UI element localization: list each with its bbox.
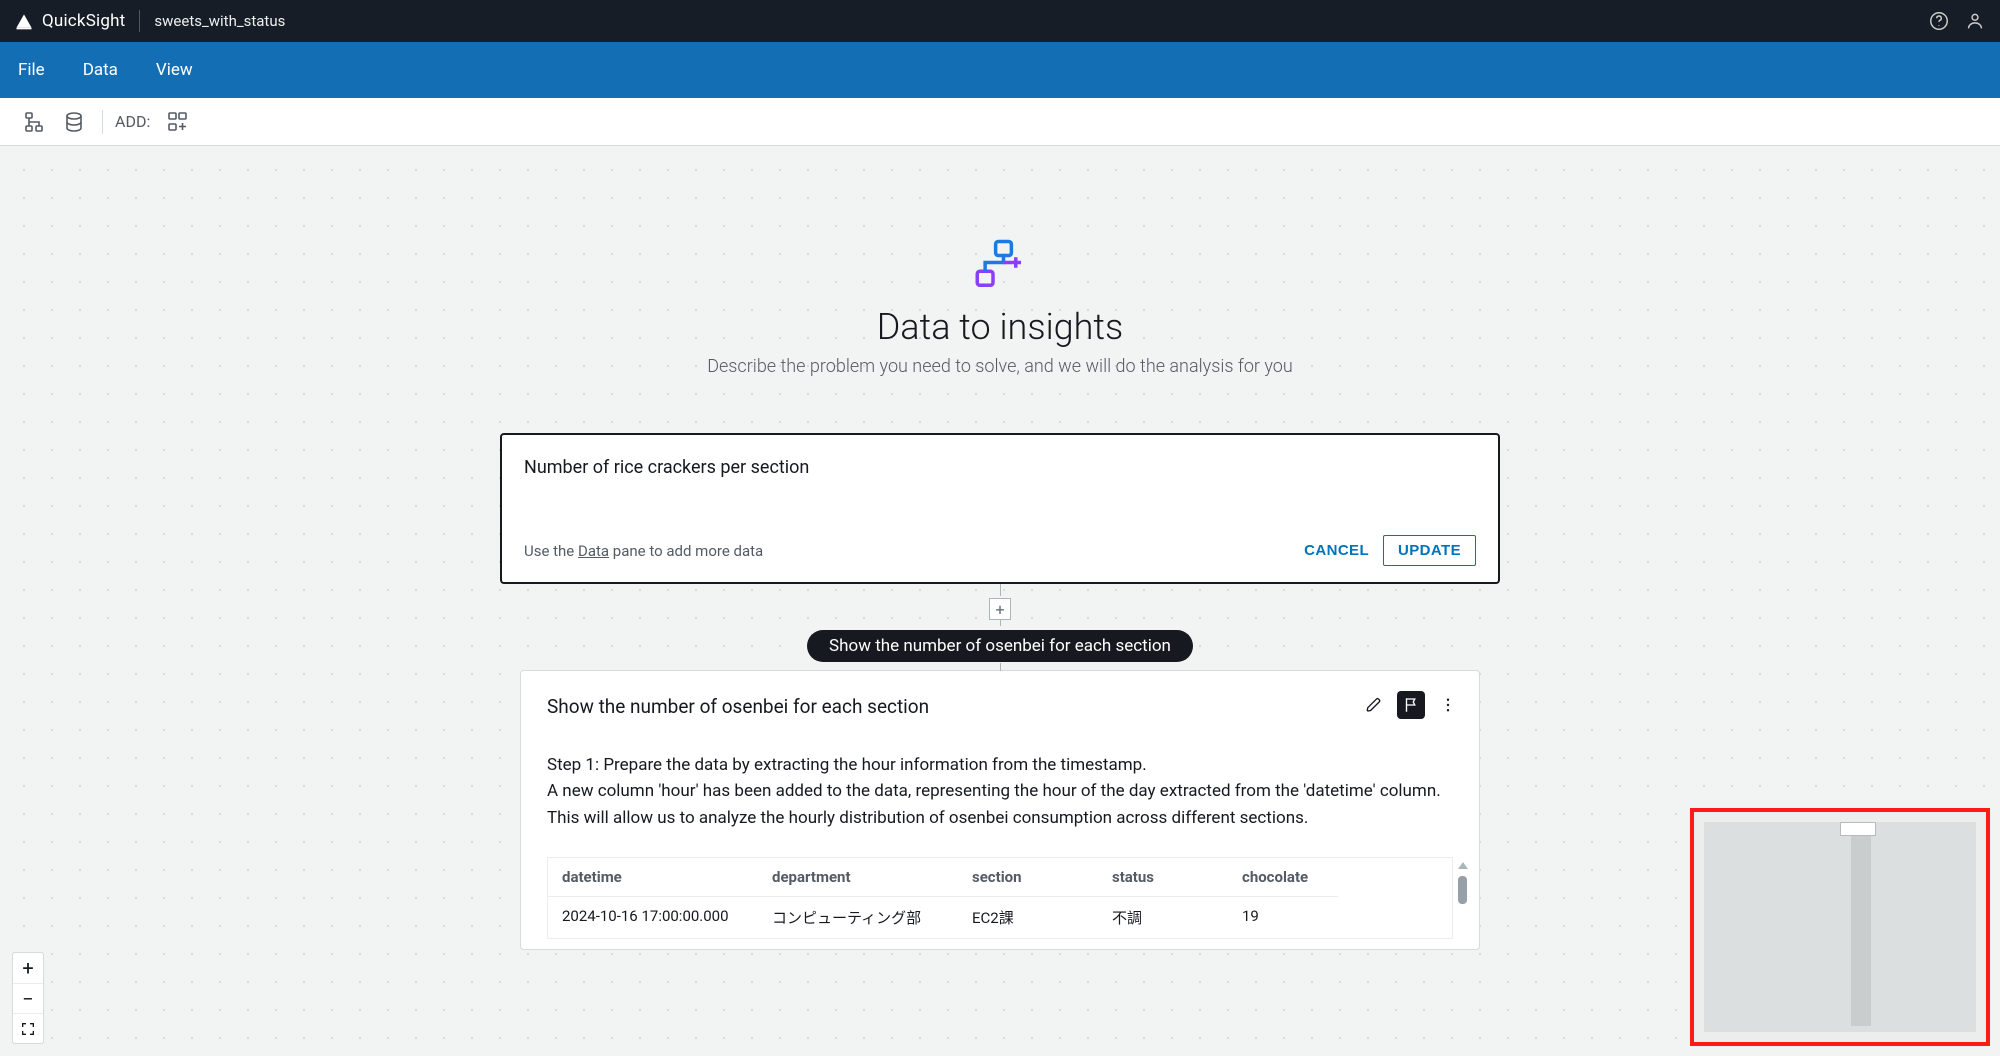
prompt-hint: Use the Data pane to add more data (524, 542, 763, 560)
add-node-button[interactable]: + (989, 598, 1011, 620)
topbar-divider (139, 10, 140, 32)
minimap[interactable] (1690, 808, 1990, 1046)
result-table: datetime department section status choco… (547, 857, 1453, 939)
edit-icon[interactable] (1363, 694, 1385, 716)
zoom-out-button[interactable]: − (13, 983, 43, 1013)
connector-line (1000, 584, 1001, 596)
card-title: Show the number of osenbei for each sect… (547, 695, 1453, 718)
menu-data[interactable]: Data (83, 60, 118, 80)
question-pill[interactable]: Show the number of osenbei for each sect… (807, 630, 1193, 662)
hero-subtitle: Describe the problem you need to solve, … (707, 356, 1293, 377)
toolbar-divider (102, 110, 103, 134)
insights-icon (972, 238, 1028, 294)
add-datasource-icon[interactable] (166, 110, 190, 134)
table-scrollbar[interactable] (1456, 860, 1468, 936)
flag-icon[interactable] (1397, 691, 1425, 719)
cancel-button[interactable]: CANCEL (1304, 542, 1369, 559)
top-bar: QuickSight sweets_with_status (0, 0, 2000, 42)
document-title: sweets_with_status (154, 12, 285, 30)
menu-view[interactable]: View (156, 60, 193, 80)
hero-title: Data to insights (877, 306, 1124, 348)
zoom-controls: + − (12, 952, 44, 1044)
prompt-box: Use the Data pane to add more data CANCE… (500, 433, 1500, 584)
table-row[interactable]: 2024-10-16 17:00:00.000 コンピューティング部 EC2課 … (548, 896, 1452, 938)
zoom-in-button[interactable]: + (13, 953, 43, 983)
schema-icon[interactable] (22, 110, 46, 134)
connector-line (1000, 663, 1001, 671)
add-label: ADD: (115, 112, 150, 131)
quicksight-icon (14, 11, 34, 31)
app-logo[interactable]: QuickSight (14, 11, 125, 31)
card-body: Step 1: Prepare the data by extracting t… (547, 752, 1453, 831)
answer-card: Show the number of osenbei for each sect… (520, 670, 1480, 950)
user-icon[interactable] (1964, 10, 1986, 32)
fullscreen-button[interactable] (13, 1013, 43, 1043)
tool-bar: ADD: (0, 98, 2000, 146)
data-pane-link[interactable]: Data (578, 542, 609, 560)
prompt-input[interactable] (524, 457, 1476, 517)
app-name: QuickSight (42, 11, 125, 31)
more-icon[interactable] (1437, 694, 1459, 716)
database-icon[interactable] (62, 110, 86, 134)
help-icon[interactable] (1928, 10, 1950, 32)
table-header: datetime department section status choco… (548, 858, 1452, 896)
canvas[interactable]: Data to insights Describe the problem yo… (0, 146, 2000, 1056)
menu-file[interactable]: File (18, 60, 45, 80)
connector-line (1000, 620, 1001, 626)
menu-bar: File Data View (0, 42, 2000, 98)
update-button[interactable]: UPDATE (1383, 535, 1476, 566)
